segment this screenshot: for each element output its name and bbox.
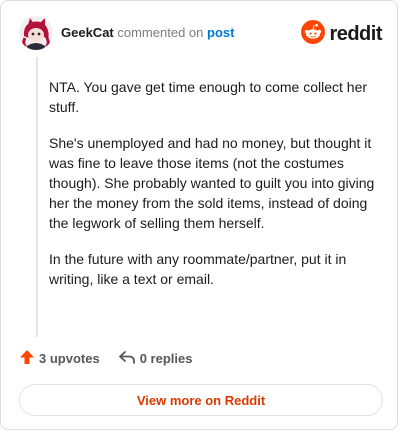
comment-paragraph: In the future with any roommate/partner,… [49, 251, 347, 287]
reddit-logo-icon [301, 20, 326, 49]
username[interactable]: GeekCat [61, 25, 114, 40]
upvote-arrow-icon [19, 349, 35, 368]
avatar-icon[interactable] [19, 16, 53, 50]
view-more-button[interactable]: View more on Reddit [19, 384, 383, 416]
embedded-comment-card: GeekCat commented on post reddit NTA. Yo… [0, 0, 398, 430]
thread-line [36, 57, 38, 337]
reply-icon [118, 349, 136, 368]
reddit-brand[interactable]: reddit [301, 20, 382, 49]
action-text: commented on [117, 25, 204, 40]
reply-count: 0 replies [139, 351, 193, 366]
comment-paragraph: She's unemployed and had no money, but t… [49, 135, 375, 231]
upvote-button[interactable]: 3 upvotes [19, 349, 100, 368]
comment-body: NTA. You gave get time enough to come co… [49, 77, 379, 305]
comment-actions: 3 upvotes 0 replies [19, 349, 192, 368]
post-link[interactable]: post [207, 25, 234, 40]
reply-button[interactable]: 0 replies [118, 349, 193, 368]
comment-meta: GeekCat commented on post [61, 25, 234, 41]
reddit-wordmark: reddit [329, 23, 382, 45]
comment-paragraph: NTA. You gave get time enough to come co… [49, 79, 368, 115]
upvote-count: 3 upvotes [39, 351, 100, 366]
comment-header: GeekCat commented on post [19, 16, 234, 50]
